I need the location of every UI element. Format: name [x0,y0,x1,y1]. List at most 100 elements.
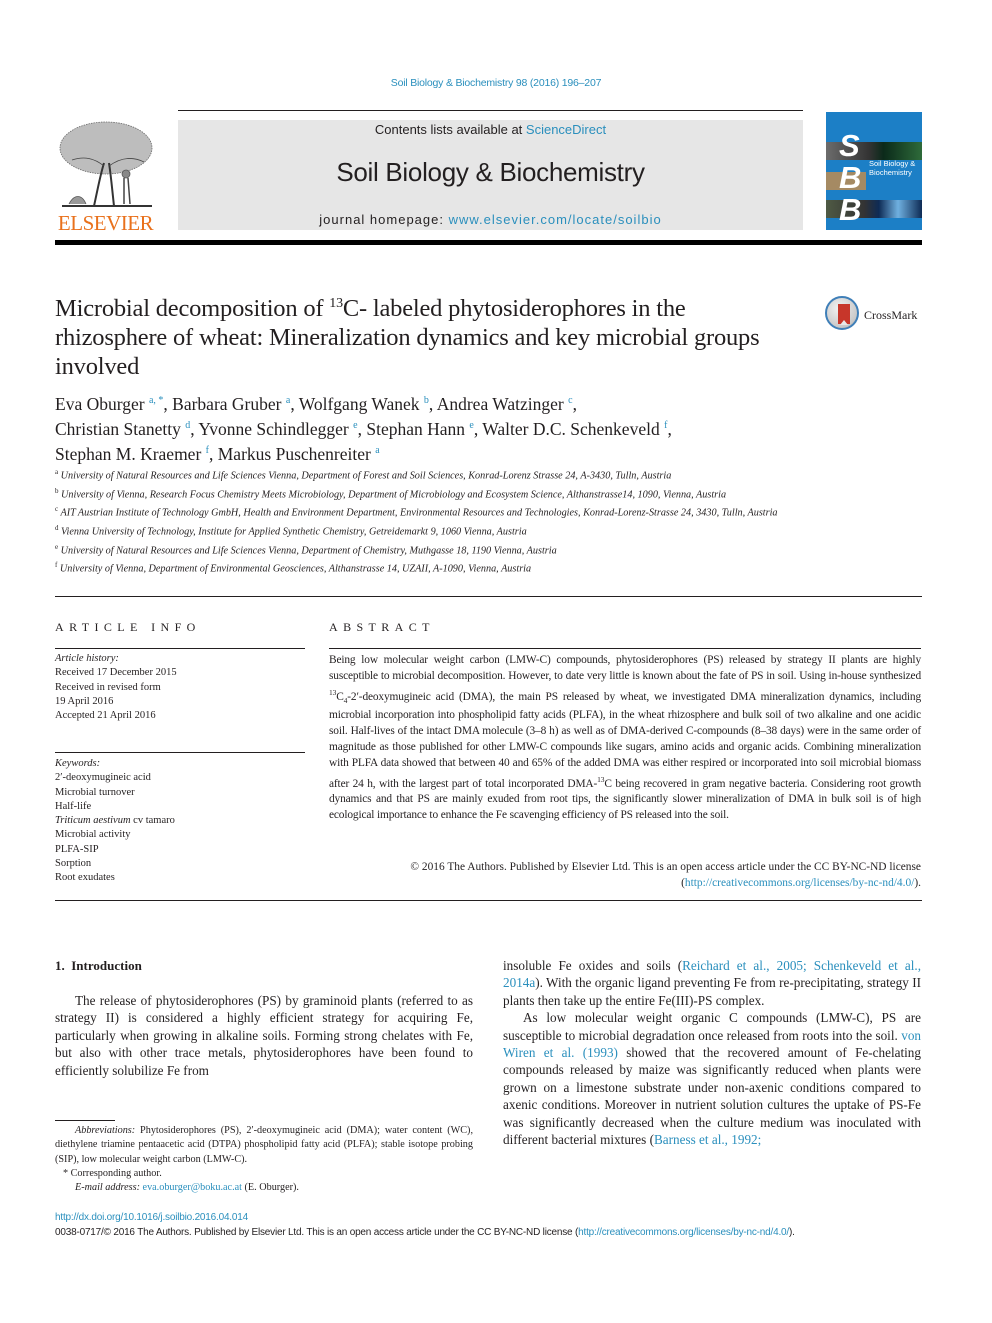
intro-paragraph-1: The release of phytosiderophores (PS) by… [55,993,473,1078]
abbreviations-footnote: Abbreviations: Phytosiderophores (PS), 2… [55,1124,473,1167]
elsevier-logo[interactable]: ELSEVIER [54,118,157,235]
author-affiliation-marker[interactable]: e [469,420,473,431]
homepage-prefix: journal homepage: [319,212,449,227]
intro-paragraph-2: As low molecular weight organic C compou… [503,1009,921,1148]
abstract-heading: ABSTRACT [329,620,435,634]
crossmark-ribbon-icon [838,304,850,325]
keywords-rule [55,752,305,753]
history-item: Accepted 21 April 2016 [55,710,156,722]
keyword-item: PLFA-SIP [55,843,99,855]
affiliation-key: e [55,542,59,551]
author-affiliation-marker[interactable]: a [286,395,290,406]
header-bottom-rule [55,240,922,245]
abstract-bottom-rule [55,900,922,901]
keywords-label: Keywords: [55,758,101,769]
email-link[interactable]: eva.oburger@boku.ac.at [143,1182,242,1193]
copyright-end: ). [914,876,921,889]
license-link[interactable]: http://creativecommons.org/licenses/by-n… [685,877,914,889]
affiliation-item: f University of Vienna, Department of En… [55,561,532,575]
journal-citation[interactable]: Soil Biology & Biochemistry 98 (2016) 19… [0,77,992,89]
crossmark-icon [825,296,859,330]
author-name[interactable]: Stephan M. Kraemer [55,443,201,463]
keyword-item: Root exudates [55,872,115,884]
author-affiliation-marker[interactable]: e [353,420,357,431]
affiliation-key: b [55,486,59,495]
author-affiliation-marker[interactable]: f [206,445,209,456]
abstract-part3: -2′-deoxymugineic acid (DMA), the main P… [329,690,921,790]
cover-title-line1: Soil Biology & [869,159,916,168]
reference-link[interactable]: Barness et al., 1992; [654,1132,761,1147]
text-span: As low molecular weight organic C compou… [503,1010,921,1043]
affiliation-key: f [55,561,58,570]
article-history: Article history: Received 17 December 20… [55,652,305,723]
cover-letter-2: B [839,160,862,195]
author-affiliation-marker[interactable]: c [568,395,572,406]
affiliation-key: c [55,505,59,514]
abbreviations-label: Abbreviations: [75,1125,136,1136]
footer-license-link[interactable]: http://creativecommons.org/licenses/by-n… [578,1227,789,1238]
keyword-item: Triticum aestivum cv tamaro [55,815,175,827]
affiliations: a University of Natural Resources and Li… [55,465,815,577]
author-name[interactable]: Markus Puschenreiter [218,443,371,463]
author-name[interactable]: Eva Oburger [55,394,145,414]
email-suffix: (E. Oburger). [241,1182,299,1194]
author-affiliation-marker[interactable]: a, * [149,395,163,406]
journal-homepage-link[interactable]: www.elsevier.com/locate/soilbio [449,212,662,227]
keyword-item: Sorption [55,858,92,870]
abstract-text: Being low molecular weight carbon (LMW-C… [329,653,921,824]
keyword-item: Microbial turnover [55,786,135,798]
doi-link[interactable]: http://dx.doi.org/10.1016/j.soilbio.2016… [55,1212,248,1223]
author-name[interactable]: Barbara Gruber [172,394,281,414]
article-info-heading: ARTICLE INFO [55,620,201,634]
author-name[interactable]: Christian Stanetty [55,419,181,439]
author-list: Eva Oburger a, *, Barbara Gruber a, Wolf… [55,393,672,464]
footnote-rule [55,1120,115,1121]
keywords: Keywords: 2′-deoxymugineic acid Microbia… [55,757,305,886]
history-item: Received 17 December 2015 [55,667,177,679]
issn-end: ). [788,1227,795,1238]
issn-line: 0038-0717/© 2016 The Authors. Published … [55,1227,925,1238]
body-column-left: The release of phytosiderophores (PS) by… [55,992,473,1079]
keyword-item: Microbial activity [55,829,131,841]
author-name[interactable]: Stephan Hann [366,419,465,439]
author-affiliation-marker[interactable]: b [424,395,429,406]
elsevier-wordmark: ELSEVIER [57,211,154,235]
affiliation-item: a University of Natural Resources and Li… [55,468,672,482]
cover-title-line2: Biochemistry [869,168,912,177]
text-span: insoluble Fe oxides and soils ( [503,958,683,973]
author-affiliation-marker[interactable]: f [664,420,667,431]
contents-line: Contents lists available at ScienceDirec… [178,122,803,137]
species-name: Triticum aestivum [55,815,131,827]
author-affiliation-marker[interactable]: a [375,445,379,456]
author-name[interactable]: Andrea Watzinger [437,394,564,414]
sciencedirect-link[interactable]: ScienceDirect [526,122,606,137]
homepage-line: journal homepage: www.elsevier.com/locat… [178,212,803,227]
author-name[interactable]: Wolfgang Wanek [299,394,420,414]
abstract-rule [329,648,921,649]
history-item: 19 April 2016 [55,695,114,707]
author-name[interactable]: Walter D.C. Schenkeveld [482,419,659,439]
keyword-item: Half-life [55,800,92,812]
article-history-label: Article history: [55,653,119,664]
cover-title: Soil Biology & Biochemistry [869,159,915,177]
journal-name: Soil Biology & Biochemistry [336,157,645,187]
affiliation-key: d [55,524,59,533]
affiliation-item: d Vienna University of Technology, Insti… [55,524,527,538]
author-affiliation-marker[interactable]: d [185,420,190,431]
body-column-right: insoluble Fe oxides and soils (Reichard … [503,957,921,1148]
journal-banner: Contents lists available at ScienceDirec… [178,120,803,230]
email-label: E-mail address: [75,1182,140,1194]
header-top-rule [178,110,803,111]
affiliation-key: a [55,468,59,476]
article-title: Microbial decomposition of 13C- labeled … [55,289,795,381]
affiliations-rule [55,596,922,597]
affiliation-item: b University of Vienna, Research Focus C… [55,486,727,501]
abstract-part2: C [336,690,344,703]
introduction-heading: 1. Introduction [55,958,142,973]
intro-paragraph-1-continued: insoluble Fe oxides and soils (Reichard … [503,957,921,1009]
journal-cover[interactable]: S B B Soil Biology & Biochemistry [826,112,922,230]
crossmark-button[interactable]: CrossMark [825,296,925,336]
keyword-item: 2′-deoxymugineic acid [55,772,151,784]
author-name[interactable]: Yvonne Schindlegger [198,419,348,439]
history-item: Received in revised form [55,681,161,693]
